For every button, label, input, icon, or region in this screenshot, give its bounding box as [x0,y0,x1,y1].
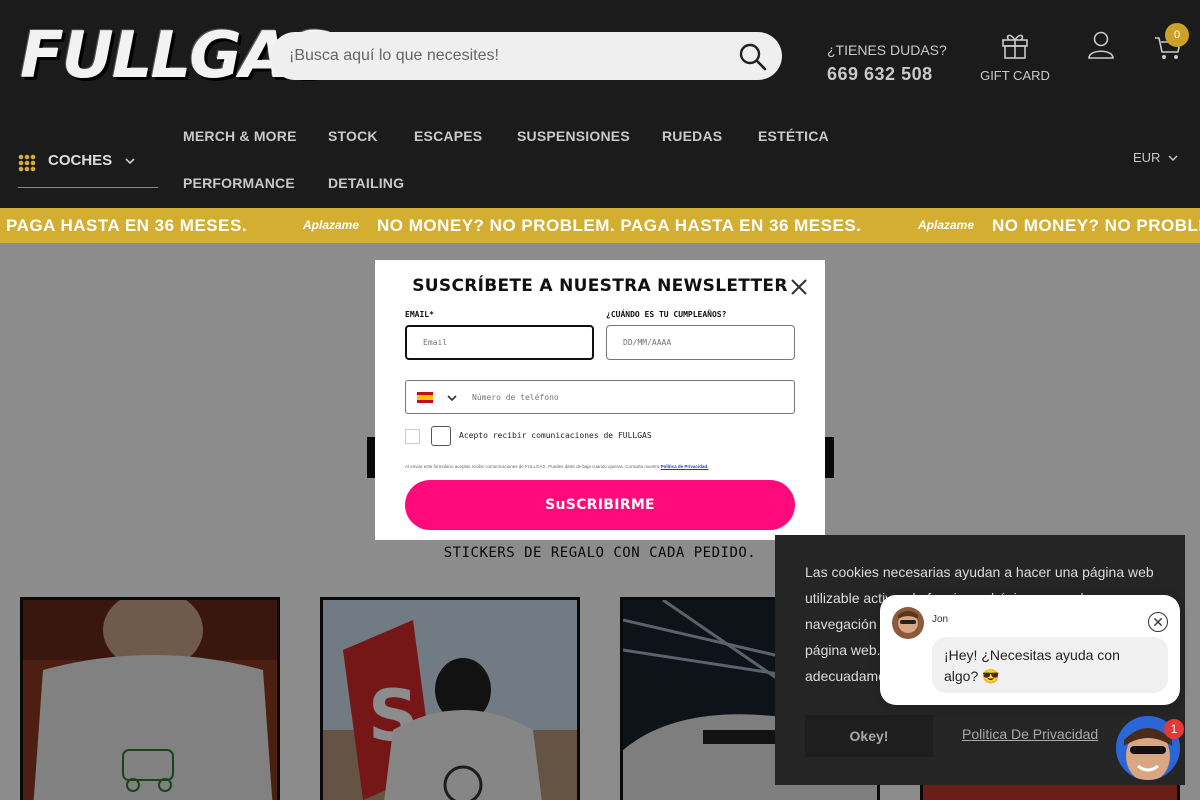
legal-text: Al enviar este formulario aceptas recibi… [405,464,660,469]
chat-popup[interactable]: Jon ¡Hey! ¿Necesitas ayuda con algo? 😎 [880,595,1180,705]
birthday-label: ¿CUÁNDO ES TU CUMPLEAÑOS? [606,310,727,319]
nav-item-detailing[interactable]: DETAILING [328,175,404,191]
site-header: FULLGAS ¿TIENES DUDAS? 669 632 508 GIFT … [0,0,1200,208]
nav-item-estetica[interactable]: ESTÉTICA [758,128,829,144]
nav-item-suspensiones[interactable]: SUSPENSIONES [517,128,630,144]
chevron-down-icon[interactable] [446,393,458,403]
phone-field-group [405,380,795,414]
phone-field[interactable] [472,382,782,412]
spain-flag-icon[interactable] [417,392,433,403]
close-icon[interactable] [789,277,809,297]
chat-unread-badge: 1 [1164,719,1184,739]
legal-notice: Al enviar este formulario aceptas recibi… [405,464,708,469]
category-label: COCHES [48,152,113,169]
user-account-icon[interactable] [1086,30,1116,60]
aplazame-logo: Aplazame [303,218,360,232]
agent-avatar [892,607,924,639]
consent-checkbox[interactable] [431,426,451,446]
subscribe-button[interactable]: SuSCRIBIRME [405,480,795,530]
currency-selector[interactable]: EUR [1133,150,1160,165]
aplazame-logo: Aplazame [918,218,975,232]
email-label: EMAIL* [405,310,434,319]
gift-card-label: GIFT CARD [980,68,1050,83]
consent-checkbox-hidden[interactable] [405,429,420,444]
privacy-policy-link[interactable]: Política de Privacidad. [661,464,709,469]
promo-ticker: PAGA HASTA EN 36 MESES. Aplazame NO MONE… [0,208,1200,243]
cookie-privacy-link[interactable]: Politica De Privacidad [962,726,1098,742]
chevron-down-icon [125,158,135,165]
chevron-down-icon [1168,155,1178,161]
help-question: ¿TIENES DUDAS? [827,42,947,58]
help-phone-link[interactable]: 669 632 508 [827,64,933,85]
search-icon[interactable] [738,42,768,72]
newsletter-title: SUSCRÍBETE A NUESTRA NEWSLETTER [412,276,788,296]
newsletter-modal: SUSCRÍBETE A NUESTRA NEWSLETTER EMAIL* ¿… [375,260,825,540]
gift-card-link[interactable]: GIFT CARD [975,30,1055,83]
ticker-text: NO MONEY? NO PROBLE [992,216,1200,235]
nav-item-stock[interactable]: STOCK [328,128,378,144]
fullgas-logo[interactable]: FULLGAS [20,18,333,94]
nav-item-merch[interactable]: MERCH & MORE [183,128,297,144]
ticker-text: PAGA HASTA EN 36 MESES. [6,216,248,235]
chat-message: ¡Hey! ¿Necesitas ayuda con algo? 😎 [932,637,1168,693]
birthday-field[interactable] [606,325,795,360]
grid-icon [18,154,36,172]
email-field[interactable] [405,325,594,360]
close-icon[interactable] [1148,612,1168,632]
cart-count-badge: 0 [1165,23,1189,47]
search-bar [271,32,782,80]
nav-item-ruedas[interactable]: RUEDAS [662,128,722,144]
search-input[interactable] [289,32,729,80]
consent-label: Acepto recibir comunicaciones de FULLGAS [459,431,652,440]
nav-item-performance[interactable]: PERFORMANCE [183,175,295,191]
ticker-text: NO MONEY? NO PROBLEM. PAGA HASTA EN 36 M… [377,216,862,235]
agent-name: Jon [932,614,949,625]
gift-icon [1002,34,1028,59]
cookie-accept-button[interactable]: Okey! [805,715,933,757]
nav-item-escapes[interactable]: ESCAPES [414,128,482,144]
category-selector[interactable]: COCHES [18,140,158,188]
